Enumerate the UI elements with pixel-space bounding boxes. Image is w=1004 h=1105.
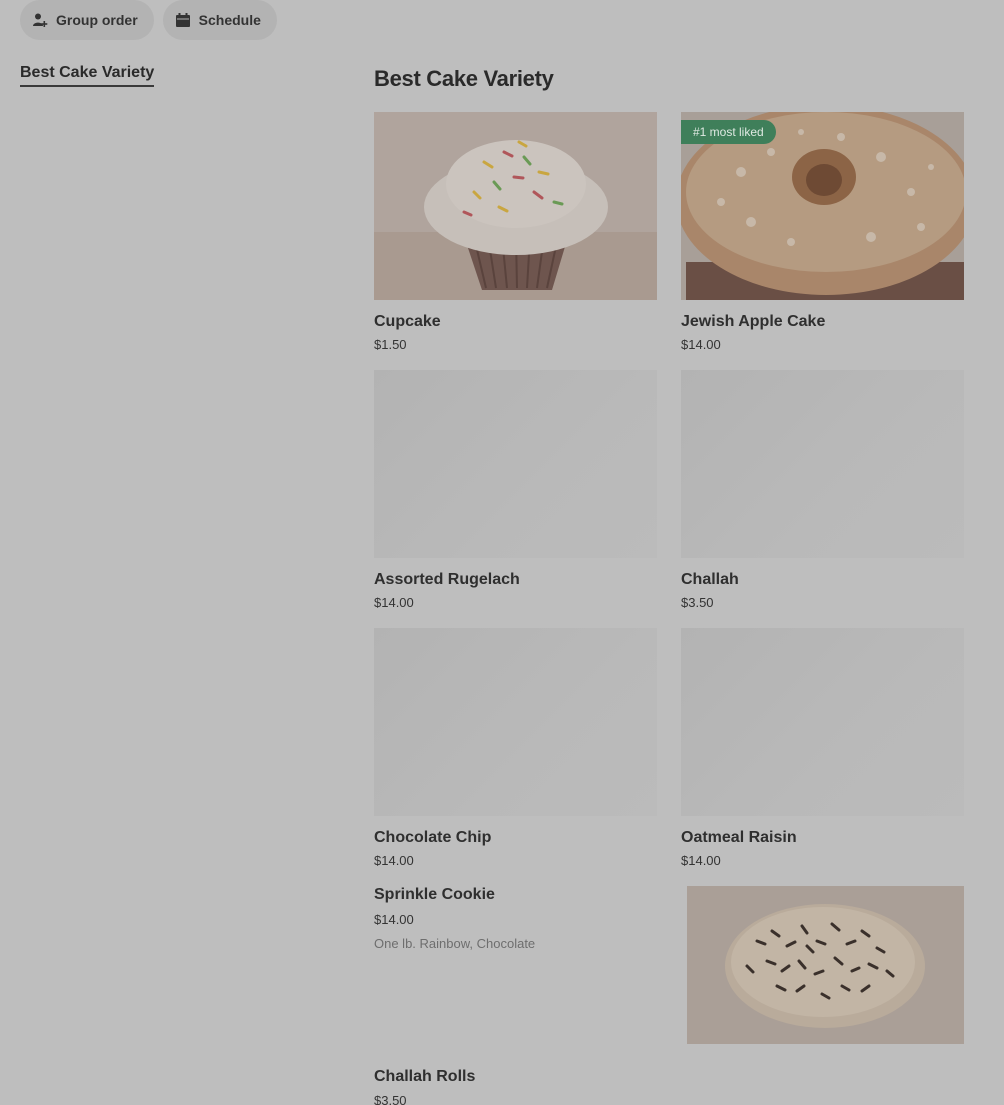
image-placeholder xyxy=(374,370,657,558)
schedule-label: Schedule xyxy=(198,12,261,28)
menu-item-price: $14.00 xyxy=(681,337,721,352)
image-placeholder xyxy=(374,628,657,816)
menu-item-price: $14.00 xyxy=(374,853,414,868)
menu-item-price: $14.00 xyxy=(681,853,721,868)
group-order-button[interactable]: Group order xyxy=(20,0,154,40)
menu-item-card[interactable]: Chocolate Chip $14.00 xyxy=(374,628,657,869)
section-title: Best Cake Variety xyxy=(374,66,554,91)
menu-item-price: $3.50 xyxy=(681,595,714,610)
apple-cake-photo: #1 most liked xyxy=(681,112,964,300)
menu-item-name: Challah Rolls xyxy=(374,1068,476,1085)
calendar-icon xyxy=(175,13,190,27)
menu-item-name: Assorted Rugelach xyxy=(374,571,520,588)
menu-item-card[interactable]: Challah $3.50 xyxy=(681,370,964,611)
menu-item-name: Sprinkle Cookie xyxy=(374,886,495,903)
menu-item-name: Challah xyxy=(681,571,739,588)
top-action-bar: Group order Schedule xyxy=(20,0,277,40)
menu-item-name: Oatmeal Raisin xyxy=(681,829,797,846)
menu-item-price: $1.50 xyxy=(374,337,407,352)
menu-item-card[interactable]: Cupcake $1.50 xyxy=(374,112,657,353)
sidebar-item-best-cake-variety[interactable]: Best Cake Variety xyxy=(20,63,155,87)
menu-item-name: Cupcake xyxy=(374,313,441,330)
menu-item-price: $3.50 xyxy=(374,1093,407,1105)
menu-item-card[interactable]: Assorted Rugelach $14.00 xyxy=(374,370,657,611)
menu-item-description: One lb. Rainbow, Chocolate xyxy=(374,936,536,951)
menu-item-card[interactable]: #1 most liked Jewish Apple Cake $14.00 xyxy=(681,112,964,353)
menu-item-price: $14.00 xyxy=(374,595,414,610)
menu-item-name: Jewish Apple Cake xyxy=(681,313,826,330)
image-placeholder xyxy=(681,628,964,816)
menu-item-card[interactable]: Oatmeal Raisin $14.00 xyxy=(681,628,964,869)
image-placeholder xyxy=(681,370,964,558)
menu-item-row[interactable]: Sprinkle Cookie $14.00 One lb. Rainbow, … xyxy=(374,884,657,952)
cupcake-photo xyxy=(374,112,657,300)
schedule-button[interactable]: Schedule xyxy=(162,0,277,40)
add-person-icon xyxy=(33,13,48,27)
group-order-label: Group order xyxy=(56,12,138,28)
menu-item-price: $14.00 xyxy=(374,912,414,927)
menu-item-row[interactable]: Challah Rolls $3.50 xyxy=(374,1067,657,1105)
menu-item-name: Chocolate Chip xyxy=(374,829,492,846)
sprinkle-cookie-photo[interactable] xyxy=(687,886,964,1044)
most-liked-badge: #1 most liked xyxy=(681,120,776,144)
